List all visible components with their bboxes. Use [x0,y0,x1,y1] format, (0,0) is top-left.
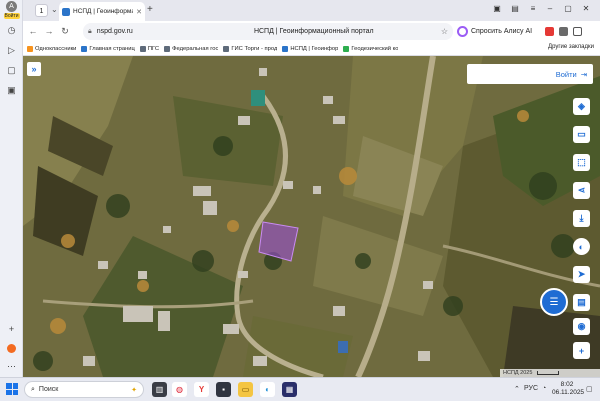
login-button[interactable]: Войти ⇥ [467,64,593,84]
settings-icon[interactable]: ⋯ [5,360,18,373]
windows-start-icon[interactable] [6,383,18,395]
bookmark-favicon-icon [223,45,230,52]
assistant-icon[interactable]: ◐ [573,238,590,255]
browser-sidebar: A Войти ◷ ▷ ▢ ▣ + ⋯ [0,0,23,377]
bookmark-item[interactable]: ПГС [139,45,159,52]
location-icon[interactable]: ◉ [573,318,590,335]
chrome-icon[interactable]: ◍ [172,382,187,397]
history-icon[interactable]: ◷ [5,24,18,37]
store-icon[interactable]: ▦ [282,382,297,397]
minimize-icon[interactable]: – [543,2,557,16]
add-panel-icon[interactable]: + [5,322,18,335]
address-bar-row: ← → ↻ 🔒︎ nspd.gov.ru НСПД | Геоинформаци… [23,21,600,42]
bookmark-item[interactable]: ГИС Торги - прод [223,45,277,52]
language-indicator[interactable]: РУС [524,385,538,392]
copilot-sparkle-icon: ✦ [131,386,137,394]
search-icon: ⌕ [31,385,35,393]
forward-icon[interactable]: → [43,25,55,37]
measure-ruler-icon[interactable]: ▭ [573,126,590,143]
bookmark-item[interactable]: Главная страниц [81,45,135,52]
bookmark-item[interactable]: НСПД | Геоинфор [282,45,338,52]
windows-taskbar: ⌕ Поиск ✦ ▥ ◍ Y ▪ ▭ ◐ ▦ ⌃ РУС ◔ 8:02 06.… [0,377,600,401]
chevron-down-icon[interactable]: ⌄ [51,5,58,14]
extension-red-icon[interactable] [545,27,554,36]
taskbar-search[interactable]: ⌕ Поиск ✦ [24,381,144,398]
alice-rail-icon[interactable] [5,342,18,355]
bookmark-item[interactable]: Одноклассники [27,45,76,52]
clock-time: 8:02 [560,381,574,388]
bookmarks-bar: Одноклассники Главная страниц ПГС Федера… [23,42,600,56]
expand-panel-icon[interactable]: » [27,62,41,76]
share-icon[interactable]: ⋖ [573,182,590,199]
wifi-icon[interactable]: ◔ [542,385,546,392]
tab-counter[interactable]: 1 [35,4,48,17]
select-area-icon[interactable]: ⬚ [573,154,590,171]
other-bookmarks[interactable]: Другие закладки [548,44,594,50]
ask-alice-button[interactable]: Спросить Алису AI [457,24,557,39]
bookmark-star-icon[interactable]: ☆ [441,27,448,36]
play-icon[interactable]: ▷ [5,44,18,57]
page-title: НСПД | Геоинформационный портал [253,28,374,35]
satellite-map[interactable]: » Войти ⇥ ◈ ▭ ⬚ ⋖ ⤓ ◐ ➤ ▤ ◉ + ☰ НСПД 202… [23,56,600,377]
collections-icon[interactable]: ▢ [5,64,18,77]
zoom-in-icon[interactable]: + [573,342,590,359]
search-placeholder: Поиск [38,386,59,393]
bookmark-favicon-icon [139,45,146,52]
bookmark-panel-icon[interactable]: ▤ [508,2,522,16]
tab-strip: 1 ⌄ НСПД | Геоинформацио ✕ + ▣ ▤ ≡ – ▢ ✕ [23,0,600,21]
bookmark-favicon-icon [282,45,289,52]
yandex-browser-icon[interactable]: Y [194,382,209,397]
reload-icon[interactable]: ↻ [59,25,71,37]
bookmark-favicon-icon [343,45,350,52]
avatar: A [6,1,17,12]
login-label: Войти [555,69,577,79]
map-attribution: НСПД 2025 [500,369,600,377]
file-explorer-icon[interactable]: ▭ [238,382,253,397]
scale-bar [536,370,559,375]
maximize-icon[interactable]: ▢ [561,2,575,16]
attribution-text: НСПД 2025 [503,370,533,376]
edge-icon[interactable]: ◐ [260,382,275,397]
menu-icon[interactable]: ≡ [526,2,540,16]
profile-login-label: Войти [3,13,20,19]
bookmark-favicon-icon [81,45,88,52]
new-tab-button[interactable]: + [147,4,153,15]
downloads-icon[interactable] [573,27,582,36]
chat-icon[interactable]: ☰ [540,288,568,316]
close-tab-icon[interactable]: ✕ [136,8,142,16]
extension-icon[interactable]: ▣ [490,2,504,16]
tab-nspd[interactable]: НСПД | Геоинформацио ✕ [59,2,145,21]
close-window-icon[interactable]: ✕ [579,2,593,16]
clock-date: 06.11.2025 [552,389,585,396]
bookmark-item[interactable]: Геодезический ко [343,45,398,52]
bookmark-item[interactable]: Федеральная гос [164,45,218,52]
url-text[interactable]: nspd.gov.ru [97,28,187,35]
address-bar[interactable]: 🔒︎ nspd.gov.ru НСПД | Геоинформационный … [83,23,453,40]
satellite-imagery [23,56,600,377]
bookmark-favicon-icon [27,45,33,52]
login-arrow-icon: ⇥ [580,69,587,79]
profile-login-button[interactable]: A Войти [2,1,21,20]
navigate-icon[interactable]: ➤ [573,266,590,283]
lock-icon[interactable]: 🔒︎ [88,28,92,36]
layers-icon[interactable]: ◈ [573,98,590,115]
notifications-icon[interactable]: ▢ [586,385,593,393]
terminal-icon[interactable]: ▪ [216,382,231,397]
print-icon[interactable]: ▤ [573,294,590,311]
tab-title: НСПД | Геоинформацио [73,8,133,15]
tray-chevron-icon[interactable]: ⌃ [514,385,520,393]
task-view-icon[interactable]: ▥ [152,382,167,397]
favicon-icon [62,7,70,16]
ask-alice-label: Спросить Алису AI [471,28,533,35]
extension-gray-icon[interactable] [559,27,568,36]
downloads-icon[interactable]: ▣ [5,84,18,97]
alice-icon [457,26,468,37]
bookmark-favicon-icon [164,45,171,52]
download-icon[interactable]: ⤓ [573,210,590,227]
back-icon[interactable]: ← [27,25,39,37]
system-clock[interactable]: 8:02 06.11.2025 [552,381,585,397]
